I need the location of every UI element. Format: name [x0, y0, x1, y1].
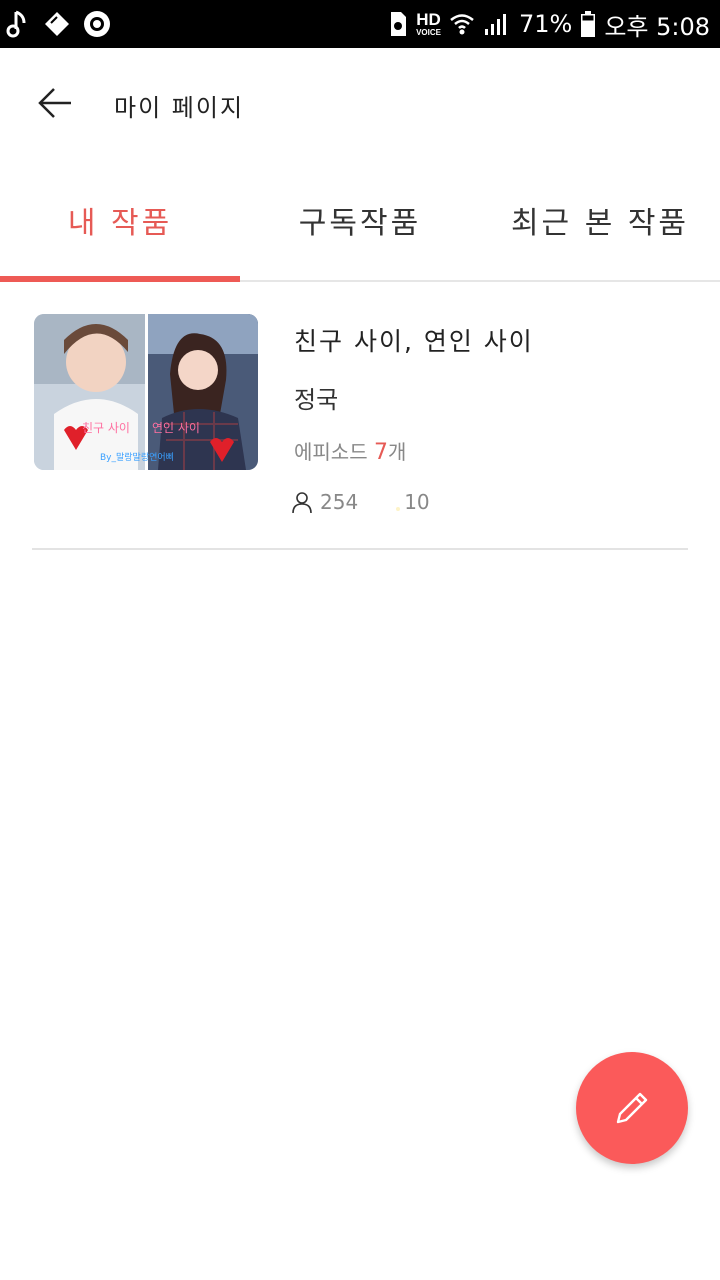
pencil-icon — [616, 1092, 648, 1124]
person-icon — [292, 492, 312, 514]
tab-bar: 내 작품 구독작품 최근 본 작품 — [0, 160, 720, 282]
status-bar-left — [6, 8, 112, 40]
likes-count: 10 — [404, 490, 430, 514]
views-count: 254 — [320, 490, 359, 514]
battery-icon — [581, 11, 596, 37]
like-icon — [390, 492, 404, 512]
tab-recently-viewed[interactable]: 최근 본 작품 — [480, 160, 720, 280]
work-thumbnail[interactable]: 친구 사이 연인 사이 By_말랑말랑연어삐 — [34, 314, 258, 470]
sim-lock-icon — [391, 12, 407, 36]
write-fab-button[interactable] — [576, 1052, 688, 1164]
tag-icon — [45, 12, 69, 36]
hd-label: HD — [416, 10, 441, 29]
episodes-number: 7 — [373, 440, 388, 465]
episodes-label: 에피소드 — [294, 440, 368, 464]
status-bar: HD VOICE 71% 오후 5:08 — [0, 0, 720, 48]
app-header: 마이 페이지 — [0, 48, 720, 160]
thumbnail-image: 친구 사이 연인 사이 By_말랑말랑연어삐 — [34, 314, 258, 470]
status-bar-right: HD VOICE 71% 오후 5:08 — [388, 8, 710, 41]
page-title: 마이 페이지 — [114, 94, 245, 122]
battery-percent: 71% — [518, 10, 573, 38]
music-note-icon — [6, 10, 26, 38]
thumbnail-text-right: 연인 사이 — [152, 421, 200, 435]
camera-lens-icon — [84, 11, 110, 37]
tab-subscribed-works[interactable]: 구독작품 — [240, 160, 480, 280]
episodes-unit: 개 — [387, 440, 407, 464]
list-item[interactable]: 친구 사이 연인 사이 By_말랑말랑연어삐 친구 사이, 연인 사이 정국 에… — [32, 282, 688, 550]
work-title[interactable]: 친구 사이, 연인 사이 — [294, 322, 534, 358]
voice-label: VOICE — [416, 28, 441, 37]
work-stats: 254 10 — [290, 488, 430, 516]
thumbnail-credit: By_말랑말랑연어삐 — [100, 451, 174, 463]
back-button[interactable] — [30, 78, 80, 128]
wifi-icon — [450, 14, 474, 35]
signal-icon — [484, 14, 506, 35]
tab-my-works[interactable]: 내 작품 — [0, 160, 240, 282]
thumbnail-text-left: 친구 사이 — [82, 421, 130, 435]
episode-count: 에피소드 7개 — [294, 436, 406, 465]
arrow-left-icon — [38, 88, 71, 118]
work-author: 정국 — [294, 386, 339, 414]
hd-voice-badge: HD VOICE — [416, 11, 441, 37]
clock: 오후 5:08 — [604, 12, 710, 41]
